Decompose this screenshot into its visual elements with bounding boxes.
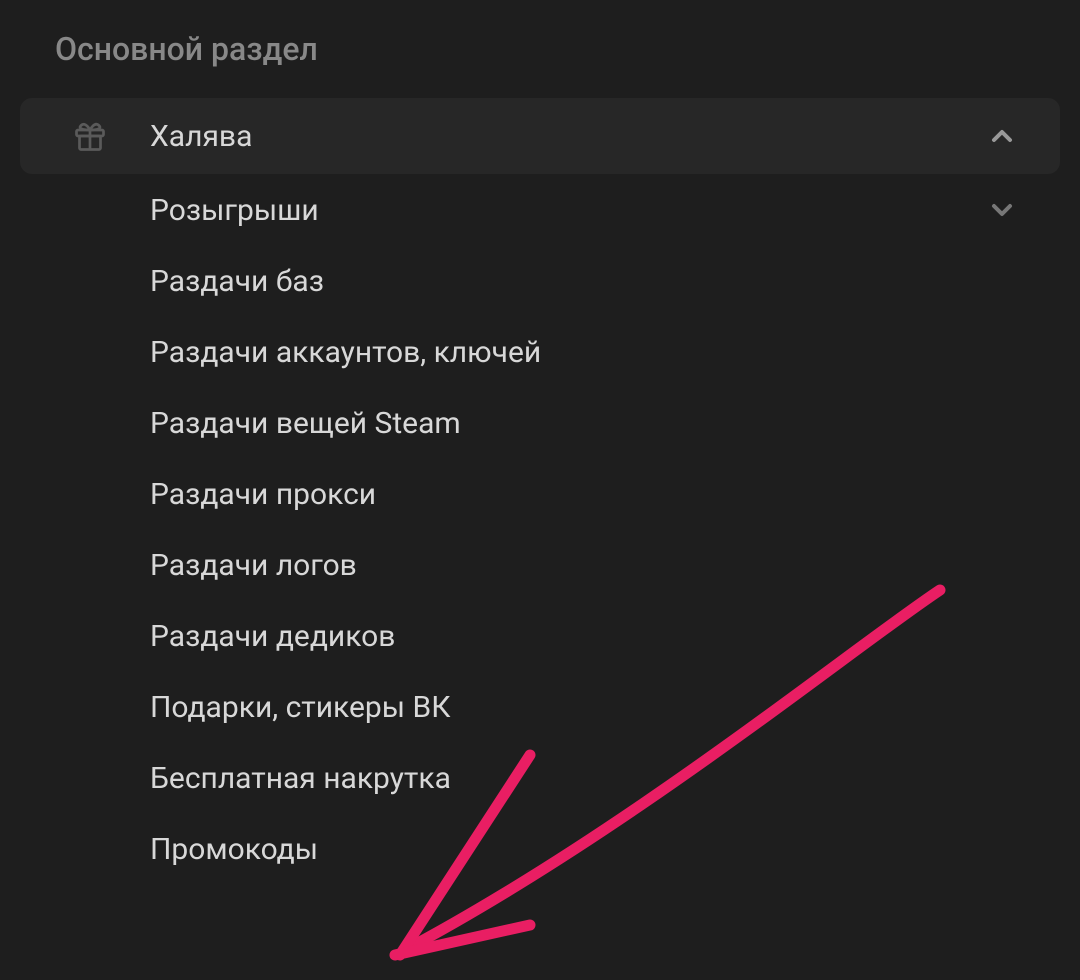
- section-header: Основной раздел: [20, 30, 1060, 68]
- sidebar-item-label: Промокоды: [150, 832, 1030, 867]
- sidebar-item-giveaways[interactable]: Розыгрыши: [20, 174, 1060, 246]
- sidebar-item-accounts-keys[interactable]: Раздачи аккаунтов, ключей: [20, 317, 1060, 388]
- sidebar-item-label: Подарки, стикеры ВК: [150, 690, 1030, 725]
- sidebar-item-dedics[interactable]: Раздачи дедиков: [20, 601, 1060, 672]
- sidebar-item-label: Раздачи дедиков: [150, 619, 1030, 654]
- chevron-up-icon: [984, 118, 1020, 154]
- chevron-down-icon: [984, 192, 1020, 228]
- sidebar-item-label: Бесплатная накрутка: [150, 761, 1030, 796]
- sidebar-container: Основной раздел Халява Розыгрыши Ра: [0, 0, 1080, 905]
- sidebar-item-label: Раздачи логов: [150, 548, 1030, 583]
- sidebar-item-label: Раздачи аккаунтов, ключей: [150, 335, 1030, 370]
- menu-item-label: Халява: [150, 119, 984, 154]
- sidebar-item-steam-items[interactable]: Раздачи вещей Steam: [20, 388, 1060, 459]
- menu-item-freebies[interactable]: Халява: [20, 98, 1060, 174]
- gift-icon: [70, 116, 110, 156]
- sidebar-item-label: Розыгрыши: [150, 193, 984, 228]
- sidebar-item-label: Раздачи баз: [150, 264, 1030, 299]
- sidebar-item-proxy[interactable]: Раздачи прокси: [20, 459, 1060, 530]
- sidebar-item-label: Раздачи прокси: [150, 477, 1030, 512]
- sidebar-item-label: Раздачи вещей Steam: [150, 406, 1030, 441]
- sidebar-item-db-giveaways[interactable]: Раздачи баз: [20, 246, 1060, 317]
- sidebar-item-logs[interactable]: Раздачи логов: [20, 530, 1060, 601]
- sidebar-item-free-boost[interactable]: Бесплатная накрутка: [20, 743, 1060, 814]
- sidebar-item-promo-codes[interactable]: Промокоды: [20, 814, 1060, 885]
- sidebar-item-vk-gifts[interactable]: Подарки, стикеры ВК: [20, 672, 1060, 743]
